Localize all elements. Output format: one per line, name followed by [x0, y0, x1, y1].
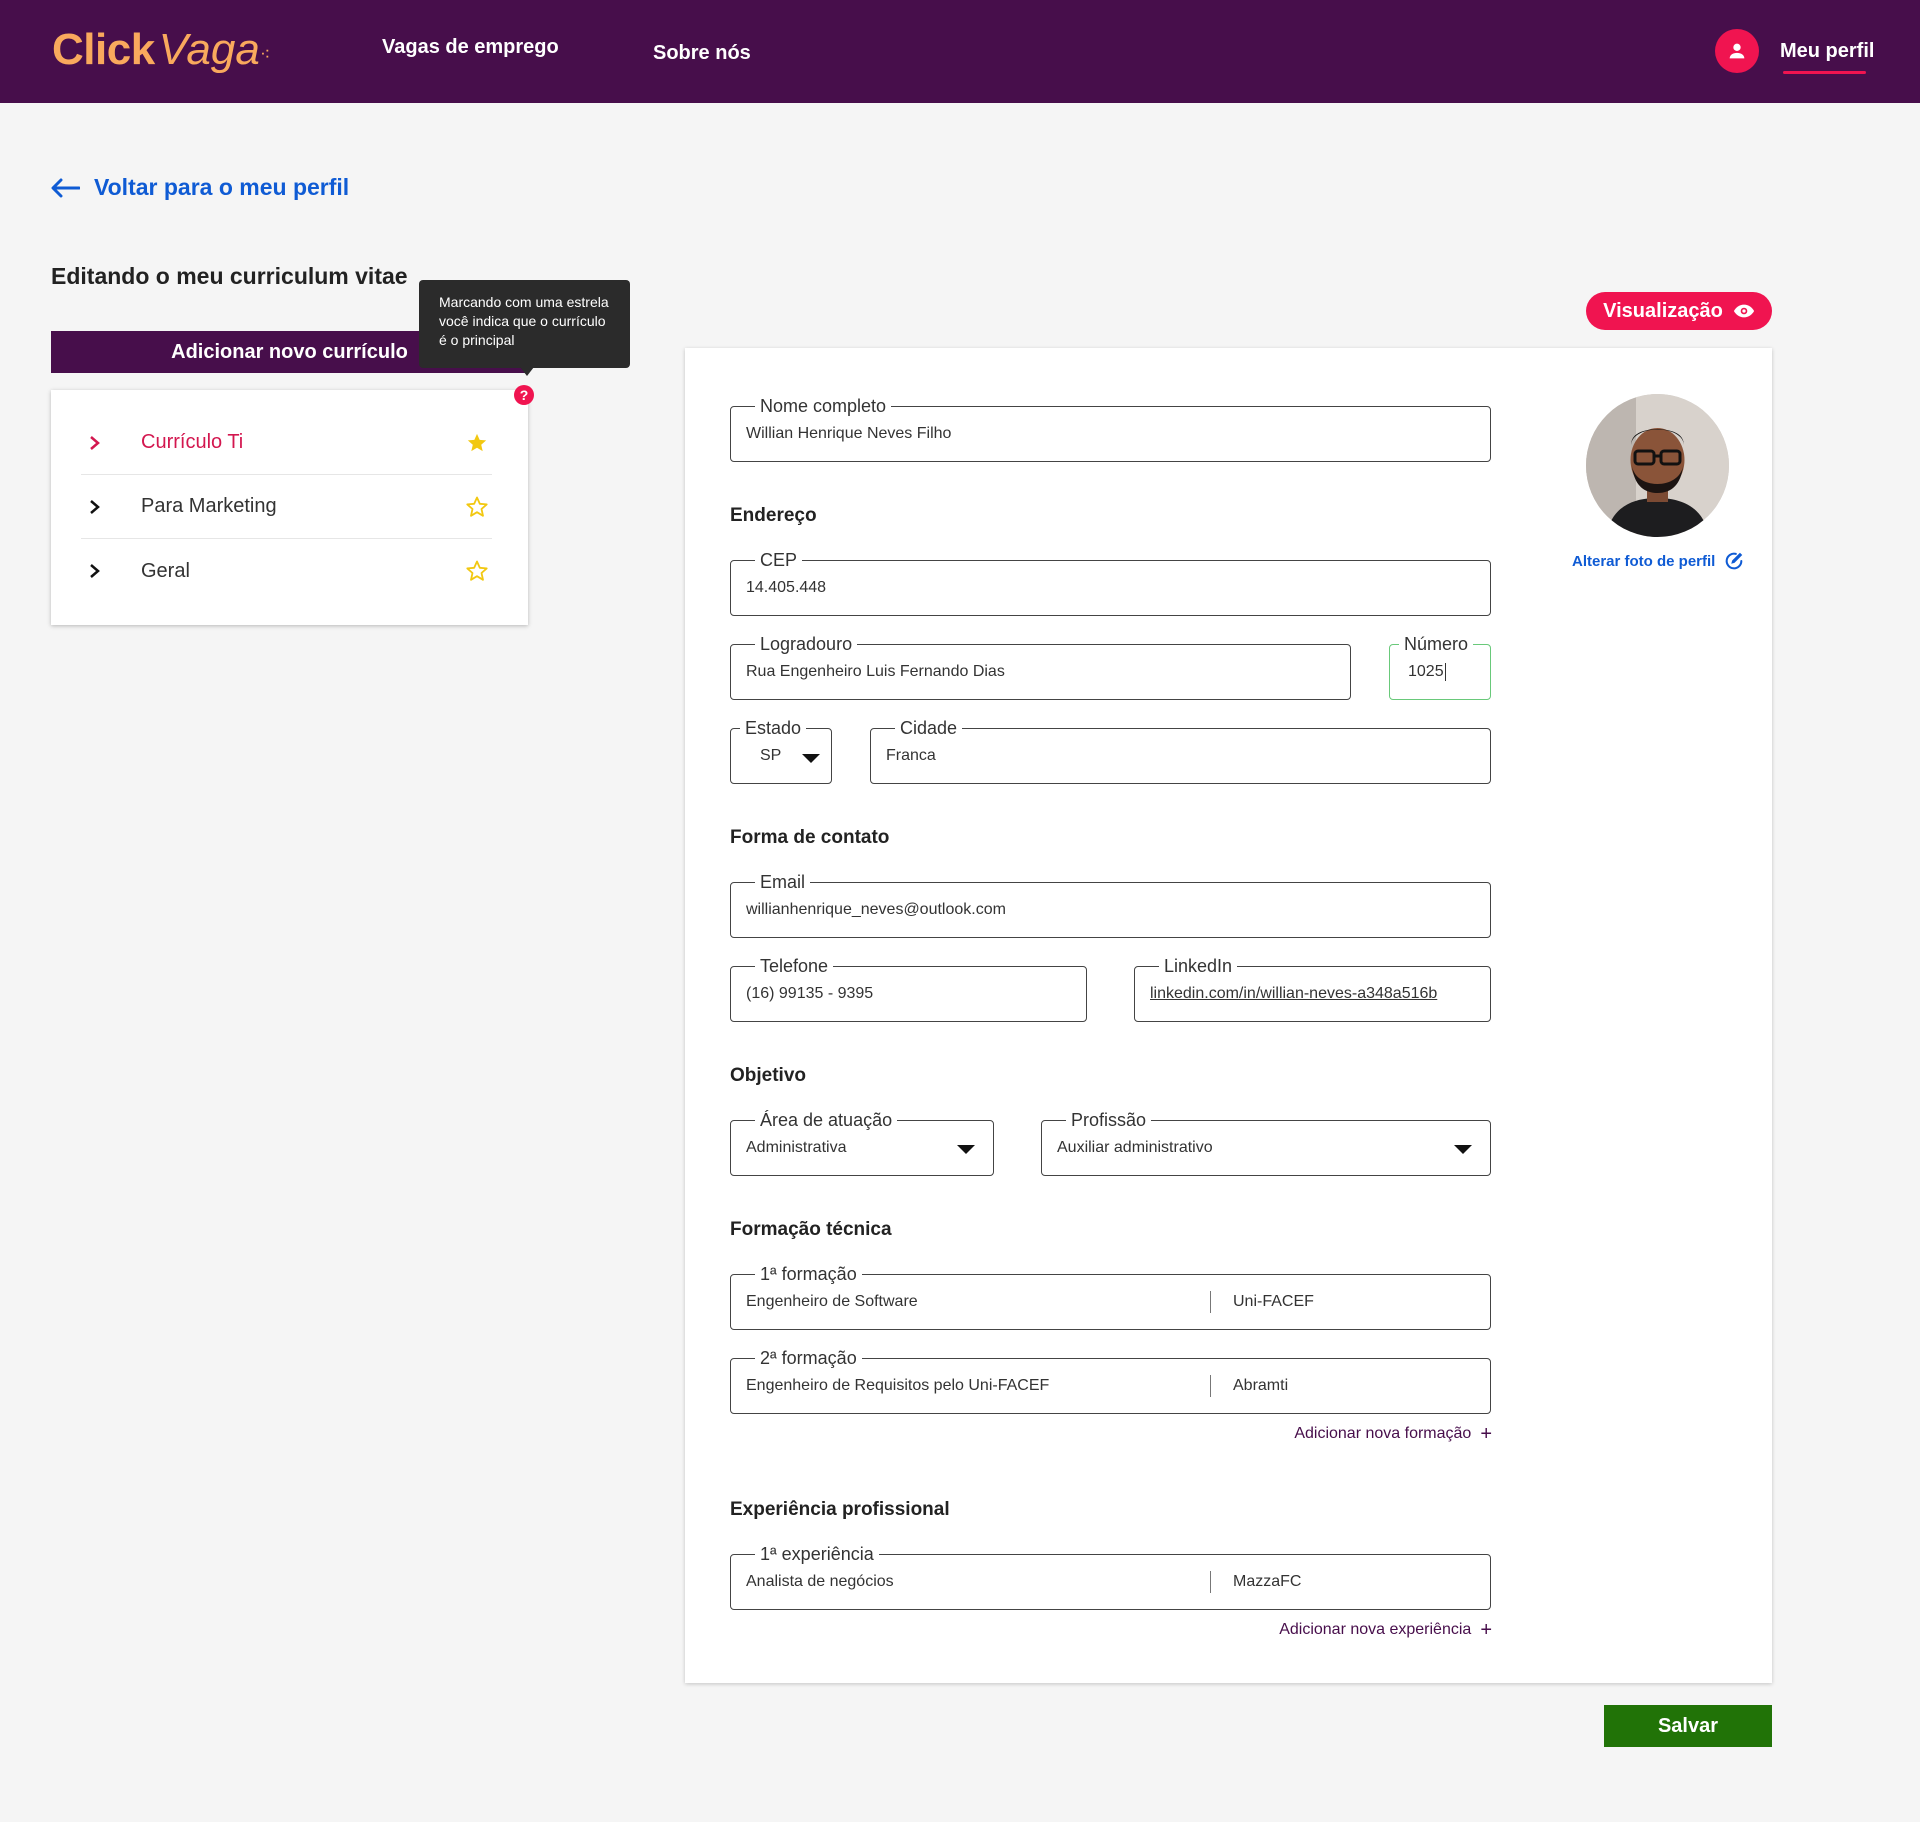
field-divider: [1210, 1375, 1211, 1397]
edit-circle-icon: [1726, 552, 1743, 570]
education-field[interactable]: 2ª formação Engenheiro de Requisitos pel…: [730, 1347, 1491, 1414]
cep-field[interactable]: CEP 14.405.448: [730, 549, 1491, 616]
preview-button-label: Visualização: [1603, 299, 1723, 322]
active-nav-underline: [1783, 71, 1866, 74]
add-education-label: Adicionar nova formação: [1294, 1425, 1472, 1442]
profile-photo-image: [1586, 394, 1729, 537]
star-outline-icon[interactable]: [462, 559, 492, 583]
profile-photo[interactable]: [1586, 394, 1729, 537]
cv-list-item-label: Para Marketing: [141, 495, 277, 517]
education-course: Engenheiro de Requisitos pelo Uni-FACEF: [746, 1377, 1050, 1394]
nav-sobre-nos[interactable]: Sobre nós: [653, 42, 751, 65]
cv-list-item[interactable]: Para Marketing: [81, 475, 492, 539]
section-title-contato: Forma de contato: [730, 827, 890, 848]
logo[interactable]: ClickVaga⁖: [52, 22, 270, 78]
back-to-profile-link[interactable]: Voltar para o meu perfil: [50, 174, 349, 201]
star-filled-icon[interactable]: [462, 432, 492, 454]
street-field[interactable]: Logradouro Rua Engenheiro Luis Fernando …: [730, 633, 1351, 700]
top-header: ClickVaga⁖ Vagas de emprego Sobre nós Me…: [0, 0, 1920, 103]
cv-list: Currículo Ti Para Marketing Geral: [51, 390, 528, 625]
logo-spark-icon: ⁖: [259, 44, 271, 64]
add-education-link[interactable]: Adicionar nova formação +: [1294, 1423, 1492, 1445]
star-help-tooltip: Marcando com uma estrela você indica que…: [419, 280, 630, 368]
page-title: Editando o meu curriculum vitae: [51, 263, 408, 289]
education-field[interactable]: 1ª formação Engenheiro de Software Uni-F…: [730, 1263, 1491, 1330]
plus-icon: +: [1480, 1619, 1492, 1641]
user-avatar-icon[interactable]: [1715, 29, 1759, 73]
state-select[interactable]: Estado SP: [730, 717, 832, 784]
add-experience-label: Adicionar nova experiência: [1279, 1621, 1472, 1638]
star-outline-icon[interactable]: [462, 495, 492, 519]
full-name-field[interactable]: Nome completo Willian Henrique Neves Fil…: [730, 395, 1491, 462]
area-select[interactable]: Área de atuação Administrativa: [730, 1109, 994, 1176]
field-value: SP: [760, 747, 782, 764]
change-photo-label: Alterar foto de perfil: [1572, 552, 1716, 570]
education-institution: Uni-FACEF: [1233, 1293, 1314, 1310]
caret-down-icon: [957, 1145, 975, 1154]
caret-down-icon: [1454, 1145, 1472, 1154]
field-value: Administrativa: [746, 1139, 847, 1156]
cv-list-item-label: Geral: [141, 559, 190, 582]
cv-list-item[interactable]: Currículo Ti: [81, 411, 492, 475]
text-cursor: [1444, 663, 1446, 681]
education-institution: Abramti: [1233, 1377, 1289, 1394]
experience-field[interactable]: 1ª experiência Analista de negócios Mazz…: [730, 1543, 1491, 1610]
help-question-icon[interactable]: ?: [514, 385, 534, 405]
field-value: Willian Henrique Neves Filho: [746, 425, 952, 442]
change-photo-link[interactable]: Alterar foto de perfil: [1572, 550, 1745, 572]
cv-list-item[interactable]: Geral: [81, 539, 492, 603]
number-field[interactable]: Número 1025: [1389, 633, 1491, 700]
cv-list-item-label: Currículo Ti: [141, 431, 244, 453]
chevron-right-icon: [81, 499, 141, 515]
field-value: Auxiliar administrativo: [1057, 1139, 1213, 1156]
chevron-right-icon: [81, 563, 141, 579]
field-divider: [1210, 1291, 1211, 1313]
phone-field[interactable]: Telefone (16) 99135 - 9395: [730, 955, 1087, 1022]
caret-down-icon: [802, 754, 820, 763]
chevron-right-icon: [81, 435, 141, 451]
back-link-label: Voltar para o meu perfil: [94, 174, 350, 200]
city-field[interactable]: Cidade Franca: [870, 717, 1491, 784]
person-icon: [1729, 43, 1745, 59]
field-value: Franca: [886, 747, 936, 764]
education-course: Engenheiro de Software: [746, 1293, 918, 1310]
field-divider: [1210, 1571, 1211, 1593]
section-title-formacao: Formação técnica: [730, 1219, 892, 1240]
section-title-experiencia: Experiência profissional: [730, 1499, 950, 1520]
experience-role: Analista de negócios: [746, 1573, 894, 1590]
plus-icon: +: [1480, 1423, 1492, 1445]
add-experience-link[interactable]: Adicionar nova experiência +: [1279, 1619, 1492, 1641]
arrow-left-icon: [51, 178, 80, 197]
profession-select[interactable]: Profissão Auxiliar administrativo: [1041, 1109, 1491, 1176]
logo-text-italic: Vaga: [158, 25, 260, 74]
field-value: willianhenrique_neves@outlook.com: [746, 901, 1006, 918]
field-value: 14.405.448: [746, 579, 827, 596]
logo-text-bold: Click: [52, 25, 155, 74]
field-value: Rua Engenheiro Luis Fernando Dias: [746, 663, 1005, 680]
field-value: 1025: [1408, 663, 1444, 680]
field-value: (16) 99135 - 9395: [746, 985, 874, 1002]
tooltip-arrow: [520, 367, 534, 376]
experience-company: MazzaFC: [1233, 1573, 1302, 1590]
save-button[interactable]: Salvar: [1604, 1705, 1772, 1747]
nav-meu-perfil[interactable]: Meu perfil: [1780, 40, 1874, 63]
preview-button[interactable]: Visualização: [1586, 292, 1772, 330]
nav-vagas-de-emprego[interactable]: Vagas de emprego: [382, 36, 559, 59]
linkedin-link[interactable]: linkedin.com/in/willian-neves-a348a516b: [1150, 967, 1437, 1021]
section-title-endereco: Endereço: [730, 505, 817, 526]
email-field[interactable]: Email willianhenrique_neves@outlook.com: [730, 871, 1491, 938]
section-title-objetivo: Objetivo: [730, 1065, 807, 1086]
eye-icon: [1733, 304, 1754, 318]
linkedin-field[interactable]: LinkedIn linkedin.com/in/willian-neves-a…: [1134, 955, 1491, 1022]
